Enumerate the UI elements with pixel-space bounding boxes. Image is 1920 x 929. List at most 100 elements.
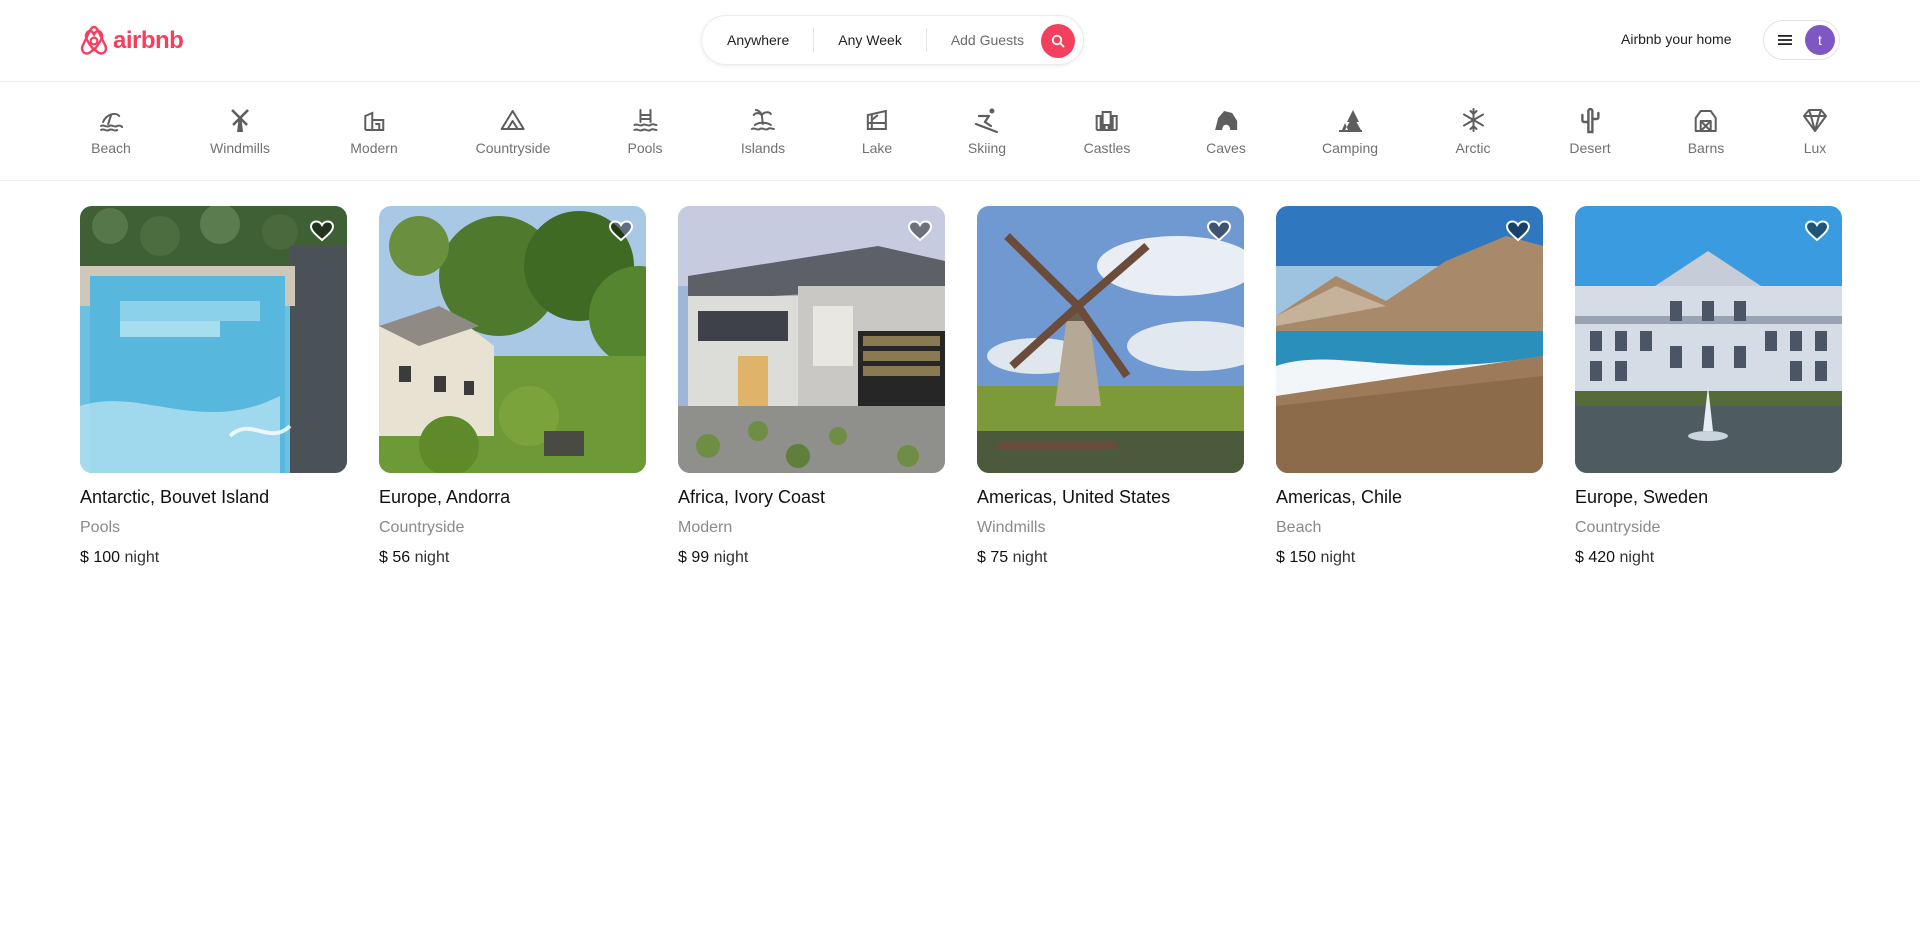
brand-name: airbnb bbox=[113, 27, 184, 54]
top-navbar: airbnb Anywhere Any Week Add Guests Airb… bbox=[0, 0, 1920, 82]
listing-photo[interactable] bbox=[1276, 206, 1543, 473]
listing-category: Modern bbox=[678, 519, 733, 536]
cottage-photo bbox=[379, 206, 646, 473]
category-label: Caves bbox=[1206, 140, 1246, 156]
category-countryside[interactable]: Countryside bbox=[475, 106, 551, 166]
listing-photo[interactable] bbox=[977, 206, 1244, 473]
category-lake[interactable]: Lake bbox=[862, 106, 892, 166]
category-lux[interactable]: Lux bbox=[1801, 106, 1829, 166]
price-amount: $ 99 bbox=[678, 549, 710, 566]
snowflake-icon bbox=[1462, 108, 1484, 132]
listing-price: $ 99 night bbox=[678, 547, 945, 569]
modern-house-icon bbox=[364, 111, 384, 131]
listing-photo[interactable] bbox=[379, 206, 646, 473]
category-desert[interactable]: Desert bbox=[1569, 106, 1611, 166]
listing-price: $ 75 night bbox=[977, 547, 1244, 569]
category-label: Camping bbox=[1321, 140, 1379, 156]
listing-card[interactable]: Europe, Sweden Countryside $ 420 night bbox=[1575, 206, 1842, 569]
category-label: Countryside bbox=[475, 140, 551, 156]
listing-location: Europe, Andorra bbox=[379, 487, 511, 507]
airbnb-logo[interactable]: airbnb bbox=[79, 24, 184, 58]
price-amount: $ 150 bbox=[1276, 549, 1317, 566]
category-arctic[interactable]: Arctic bbox=[1456, 106, 1491, 166]
listing-location: Europe, Sweden bbox=[1575, 487, 1709, 507]
search-when[interactable]: Any Week bbox=[813, 28, 926, 52]
listing-category: Countryside bbox=[1575, 519, 1661, 536]
heart-icon[interactable] bbox=[907, 218, 933, 244]
listing-category: Beach bbox=[1276, 519, 1322, 536]
listing-category: Pools bbox=[80, 519, 121, 536]
listing-category: Windmills bbox=[977, 519, 1046, 536]
listing-photo[interactable] bbox=[1575, 206, 1842, 473]
category-islands[interactable]: Islands bbox=[741, 106, 785, 166]
category-label: Skiing bbox=[967, 140, 1007, 156]
beach-icon bbox=[99, 113, 123, 132]
listing-grid: Antarctic, Bouvet Island Pools $ 100 nig… bbox=[80, 206, 1842, 586]
price-unit: night bbox=[414, 549, 450, 566]
category-label: Islands bbox=[740, 140, 786, 156]
listing-photo[interactable] bbox=[678, 206, 945, 473]
cactus-icon bbox=[1580, 107, 1600, 134]
windmill-photo bbox=[977, 206, 1244, 473]
price-amount: $ 56 bbox=[379, 549, 411, 566]
airbnb-your-home-link[interactable]: Airbnb your home bbox=[1621, 28, 1732, 50]
hamburger-icon bbox=[1778, 35, 1792, 45]
listing-photo[interactable] bbox=[80, 206, 347, 473]
category-skiing[interactable]: Skiing bbox=[968, 106, 1006, 166]
camping-icon bbox=[1339, 110, 1362, 133]
price-amount: $ 75 bbox=[977, 549, 1009, 566]
category-label: Lake bbox=[861, 140, 893, 156]
category-label: Pools bbox=[627, 140, 663, 156]
heart-icon[interactable] bbox=[608, 218, 634, 244]
category-castles[interactable]: Castles bbox=[1083, 106, 1131, 166]
listing-price: $ 150 night bbox=[1276, 547, 1543, 569]
search-button[interactable] bbox=[1041, 24, 1075, 58]
heart-icon[interactable] bbox=[309, 218, 335, 244]
listing-card[interactable]: Africa, Ivory Coast Modern $ 99 night bbox=[678, 206, 945, 569]
category-beach[interactable]: Beach bbox=[91, 106, 131, 166]
category-label: Castles bbox=[1083, 140, 1131, 156]
listing-card[interactable]: Americas, Chile Beach $ 150 night bbox=[1276, 206, 1543, 569]
heart-icon[interactable] bbox=[1206, 218, 1232, 244]
price-amount: $ 420 bbox=[1575, 549, 1616, 566]
category-windmills[interactable]: Windmills bbox=[210, 106, 270, 166]
skiing-icon bbox=[974, 108, 999, 134]
pool-icon bbox=[633, 109, 657, 132]
mansion-photo bbox=[1575, 206, 1842, 473]
listing-card[interactable]: Europe, Andorra Countryside $ 56 night bbox=[379, 206, 646, 569]
price-unit: night bbox=[1320, 549, 1356, 566]
barn-icon bbox=[1694, 110, 1717, 132]
price-unit: night bbox=[713, 549, 749, 566]
price-unit: night bbox=[1619, 549, 1655, 566]
listing-card[interactable]: Antarctic, Bouvet Island Pools $ 100 nig… bbox=[80, 206, 347, 569]
listing-price: $ 420 night bbox=[1575, 547, 1842, 569]
listing-card[interactable]: Americas, United States Windmills $ 75 n… bbox=[977, 206, 1244, 569]
category-label: Lux bbox=[1803, 140, 1827, 156]
search-where[interactable]: Anywhere bbox=[726, 28, 813, 52]
category-barns[interactable]: Barns bbox=[1688, 106, 1724, 166]
price-unit: night bbox=[124, 549, 160, 566]
listing-price: $ 56 night bbox=[379, 547, 646, 569]
heart-icon[interactable] bbox=[1505, 218, 1531, 244]
heart-icon[interactable] bbox=[1804, 218, 1830, 244]
category-label: Windmills bbox=[210, 140, 270, 156]
search-bar[interactable]: Anywhere Any Week Add Guests bbox=[701, 15, 1084, 65]
user-menu-button[interactable]: t bbox=[1763, 20, 1840, 60]
listing-location: Africa, Ivory Coast bbox=[678, 487, 826, 507]
price-unit: night bbox=[1012, 549, 1048, 566]
category-label: Arctic bbox=[1455, 140, 1491, 156]
beach-photo bbox=[1276, 206, 1543, 473]
category-label: Modern bbox=[350, 140, 398, 156]
search-guests[interactable]: Add Guests bbox=[925, 28, 1048, 52]
lake-icon bbox=[866, 109, 887, 130]
pool-photo bbox=[80, 206, 347, 473]
category-pools[interactable]: Pools bbox=[627, 106, 663, 166]
listing-price: $ 100 night bbox=[80, 547, 347, 569]
search-icon bbox=[1051, 34, 1065, 48]
category-camping[interactable]: Camping bbox=[1322, 106, 1378, 166]
category-caves[interactable]: Caves bbox=[1206, 106, 1246, 166]
listing-location: Americas, United States bbox=[977, 487, 1171, 507]
category-modern[interactable]: Modern bbox=[350, 106, 398, 166]
category-label: Beach bbox=[91, 140, 131, 156]
listing-category: Countryside bbox=[379, 519, 465, 536]
